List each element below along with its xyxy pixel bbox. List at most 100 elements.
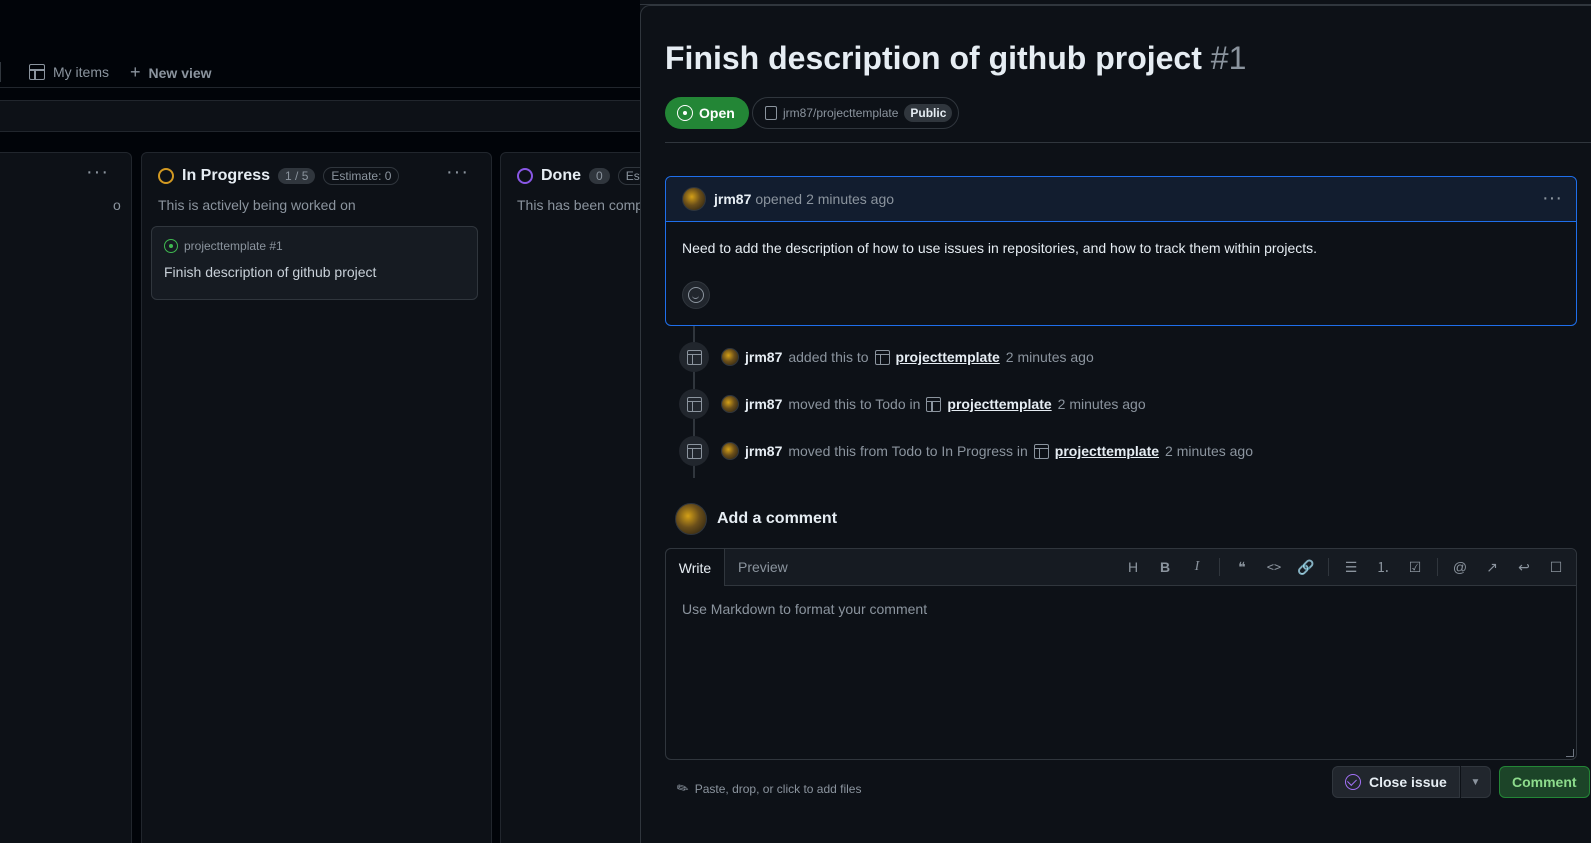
repository-link[interactable]: jrm87/projecttemplate Public [752,97,960,129]
timeline-badge [679,436,709,466]
done-status-icon [517,168,533,184]
issue-number: #1 [1210,40,1247,76]
bold-icon[interactable]: B [1149,553,1181,581]
unordered-list-icon[interactable]: ☰ [1335,553,1367,581]
resize-handle[interactable] [1566,749,1574,757]
link-icon[interactable]: 🔗 [1290,553,1322,581]
column-estimate: Estimate: 0 [323,167,400,185]
tab-preview[interactable]: Preview [738,559,788,575]
tab-write[interactable]: Write [665,548,725,586]
timeline-badge [679,389,709,419]
close-issue-label: Close issue [1369,774,1447,790]
smiley-icon [688,287,704,303]
comment-author[interactable]: jrm87 [714,191,751,207]
comment-header: jrm87 opened 2 minutes ago [666,177,1576,222]
board-column-todo: ··· o [0,152,132,843]
column-header: Done 0 Est [517,167,640,185]
toolbar-divider [1437,558,1438,576]
event-project-link[interactable]: projecttemplate [896,349,1000,365]
card-title[interactable]: Finish description of github project [164,264,376,280]
close-issue-button[interactable]: Close issue [1332,766,1460,798]
project-icon [686,349,702,365]
column-title: In Progress [182,167,271,184]
event-user[interactable]: jrm87 [745,349,782,365]
project-icon [686,396,702,412]
event-project-link[interactable]: projecttemplate [1055,443,1159,459]
card-repo-ref: projecttemplate #1 [184,239,283,253]
avatar[interactable] [682,187,706,211]
in-progress-status-icon [158,168,174,184]
ordered-list-icon[interactable]: ⒈ [1367,553,1399,581]
attach-files-button[interactable]: ✎ Paste, drop, or click to add files [673,778,862,798]
event-time[interactable]: 2 minutes ago [1006,349,1094,365]
avatar[interactable] [721,395,739,413]
chevron-down-icon: ▼ [1470,776,1481,788]
comment-editor: Write Preview H B I ❝ <> 🔗 ☰ ⒈ ☑ @ ↗ ↩ ☐ [665,548,1577,760]
markdown-toolbar: H B I ❝ <> 🔗 ☰ ⒈ ☑ @ ↗ ↩ ☐ [1117,553,1572,581]
heading-icon[interactable]: H [1117,553,1149,581]
slash-commands-icon[interactable]: ☐ [1540,553,1572,581]
task-list-icon[interactable]: ☑ [1399,553,1431,581]
timeline-event: jrm87 moved this from Todo to In Progres… [679,436,1253,466]
comment-timestamp[interactable]: 2 minutes ago [806,191,894,207]
board-column-in-progress: In Progress 1 / 5 Estimate: 0 ··· This i… [141,152,492,843]
issue-title: Finish description of github project #1 [665,40,1246,77]
plus-icon: + [130,62,141,82]
saved-replies-icon[interactable]: ↩ [1508,553,1540,581]
timeline-badge [679,342,709,372]
new-view-button[interactable]: + New view [130,62,212,83]
add-reaction-button[interactable] [682,281,710,309]
editor-tabs: Write Preview H B I ❝ <> 🔗 ☰ ⒈ ☑ @ ↗ ↩ ☐ [665,548,1576,586]
table-icon [29,64,45,80]
issue-closed-icon [1345,774,1361,790]
issue-open-icon [164,239,178,253]
project-board: My items + New view ··· o In Progress 1 … [0,0,640,843]
column-count: 1 / 5 [278,168,316,184]
event-user[interactable]: jrm87 [745,443,782,459]
quote-icon[interactable]: ❝ [1226,553,1258,581]
avatar[interactable] [721,442,739,460]
paperclip-icon: ✎ [673,778,692,798]
view-tab-my-items[interactable]: My items [0,62,109,82]
event-text: added this to [788,349,869,365]
avatar[interactable] [721,348,739,366]
toolbar-divider [1219,558,1220,576]
column-description: This has been comp [517,197,640,213]
mention-icon[interactable]: @ [1444,553,1476,581]
filter-bar[interactable] [0,100,640,132]
italic-icon[interactable]: I [1181,553,1213,581]
project-icon [926,396,942,412]
column-count: 0 [589,168,610,184]
view-tabs-bar: My items + New view [0,56,640,88]
column-title: Done [541,167,581,184]
column-description: o [113,197,121,213]
visibility-badge: Public [904,104,953,122]
repo-icon [765,106,777,120]
issue-title-text: Finish description of github project [665,40,1202,76]
column-menu-button[interactable]: ··· [446,161,469,184]
comment-button[interactable]: Comment [1499,766,1590,798]
project-icon [686,443,702,459]
new-view-label: New view [148,64,212,81]
avatar[interactable] [675,503,707,535]
event-project-link[interactable]: projecttemplate [947,396,1051,412]
project-icon [1033,443,1049,459]
comment-textarea[interactable]: Use Markdown to format your comment [682,601,927,617]
comment-action: opened [755,191,803,207]
column-description: This is actively being worked on [158,197,356,213]
event-text: moved this from Todo to In Progress in [788,443,1028,459]
event-time[interactable]: 2 minutes ago [1165,443,1253,459]
event-time[interactable]: 2 minutes ago [1058,396,1146,412]
event-user[interactable]: jrm87 [745,396,782,412]
column-header: In Progress 1 / 5 Estimate: 0 [158,167,400,185]
timeline-event: jrm87 added this to projecttemplate 2 mi… [679,342,1094,372]
code-icon[interactable]: <> [1258,553,1290,581]
column-menu-button[interactable]: ··· [86,161,109,184]
comment-menu-button[interactable]: ··· [1542,187,1562,210]
project-icon [874,349,890,365]
cross-reference-icon[interactable]: ↗ [1476,553,1508,581]
toolbar-divider [1328,558,1329,576]
close-options-dropdown[interactable]: ▼ [1461,766,1491,798]
issue-card[interactable]: projecttemplate #1 Finish description of… [151,226,478,300]
board-column-done: Done 0 Est This has been comp [500,152,640,843]
